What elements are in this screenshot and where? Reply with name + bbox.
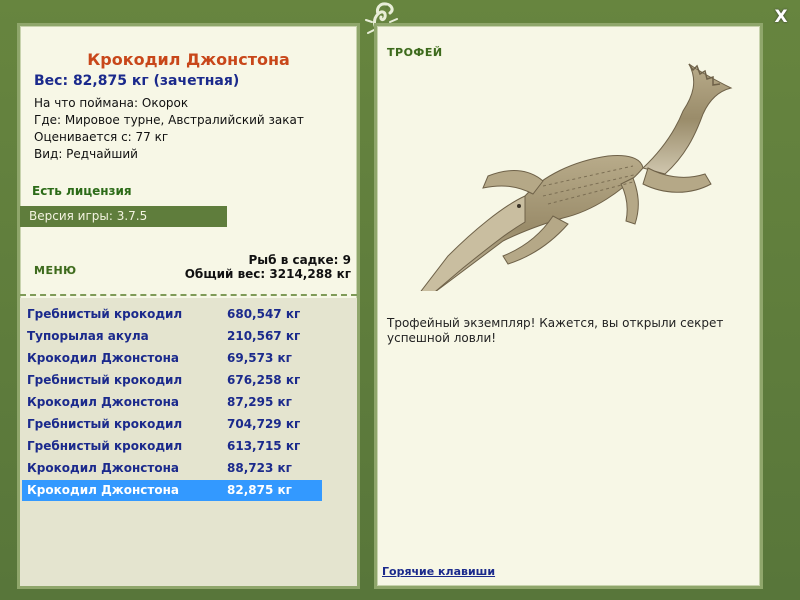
catch-name: Гребнистый крокодил <box>27 439 183 453</box>
catch-name: Крокодил Джонстона <box>27 395 179 409</box>
fish-weight: Вес: 82,875 кг (зачетная) <box>34 73 240 89</box>
catch-weight: 704,729 кг <box>227 417 301 431</box>
catch-name: Гребнистый крокодил <box>27 417 183 431</box>
fish-count: Рыб в садке: 9 <box>248 253 352 267</box>
menu-button[interactable]: МЕНЮ <box>34 264 77 277</box>
catch-weight: 69,573 кг <box>227 351 292 365</box>
catch-weight: 88,723 кг <box>227 461 292 475</box>
catch-row[interactable]: Гребнистый крокодил 680,547 кг <box>22 304 322 325</box>
catch-row[interactable]: Крокодил Джонстона 88,723 кг <box>22 458 322 479</box>
license-status: Есть лицензия <box>32 184 132 198</box>
divider <box>20 294 357 296</box>
catch-row[interactable]: Гребнистый крокодил 676,258 кг <box>22 370 322 391</box>
catch-name: Крокодил Джонстона <box>27 461 179 475</box>
catch-name: Крокодил Джонстона <box>27 483 179 497</box>
fish-info-panel: Крокодил Джонстона Вес: 82,875 кг (зачет… <box>17 23 360 589</box>
catch-row[interactable]: Крокодил Джонстона 82,875 кг <box>22 480 322 501</box>
catch-name: Крокодил Джонстона <box>27 351 179 365</box>
catch-weight: 613,715 кг <box>227 439 301 453</box>
catch-row[interactable]: Крокодил Джонстона 69,573 кг <box>22 348 322 369</box>
trophy-panel: ТРОФЕЙ Трофейный экземпляр! Кажется, вы … <box>374 23 763 589</box>
rating-info: Оценивается с: 77 кг <box>34 130 169 144</box>
close-button[interactable]: X <box>770 6 792 28</box>
catch-row[interactable]: Тупорылая акула 210,567 кг <box>22 326 322 347</box>
version-bar: Версия игры: 3.7.5 <box>20 206 227 227</box>
species-info: Вид: Редчайший <box>34 147 138 161</box>
crocodile-image <box>420 63 733 291</box>
catch-weight: 87,295 кг <box>227 395 292 409</box>
catch-row[interactable]: Гребнистый крокодил 704,729 кг <box>22 414 322 435</box>
catch-name: Тупорылая акула <box>27 329 149 343</box>
total-weight: Общий вес: 3214,288 кг <box>184 267 351 281</box>
catch-weight: 680,547 кг <box>227 307 301 321</box>
fish-title: Крокодил Джонстона <box>87 50 290 69</box>
catch-list: Гребнистый крокодил 680,547 кг Тупорылая а… <box>20 298 357 586</box>
catch-weight: 82,875 кг <box>227 483 292 497</box>
hotkeys-link[interactable]: Горячие клавиши <box>382 565 495 578</box>
location-info: Где: Мировое турне, Австралийский закат <box>34 113 304 127</box>
catch-weight: 676,258 кг <box>227 373 301 387</box>
game-frame: X Крокодил Джонстона Вес: 82,875 кг (зач… <box>0 0 800 600</box>
trophy-description: Трофейный экземпляр! Кажется, вы открыли… <box>387 316 724 345</box>
catch-row[interactable]: Крокодил Джонстона 87,295 кг <box>22 392 322 413</box>
catch-name: Гребнистый крокодил <box>27 307 183 321</box>
bait-info: На что поймана: Окорок <box>34 96 189 110</box>
catch-row[interactable]: Гребнистый крокодил 613,715 кг <box>22 436 322 457</box>
catch-name: Гребнистый крокодил <box>27 373 183 387</box>
catch-weight: 210,567 кг <box>227 329 301 343</box>
